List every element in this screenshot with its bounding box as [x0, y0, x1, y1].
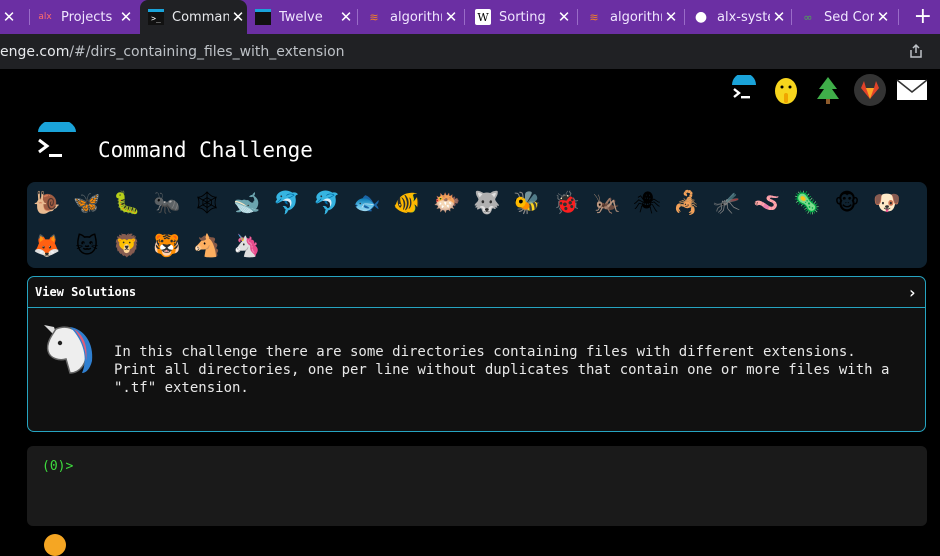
wikipedia-icon: W: [475, 9, 491, 25]
animal-challenge-icon[interactable]: 🕸: [192, 188, 222, 218]
description-line: ".tf" extension.: [114, 380, 249, 396]
tab-title: Sed Con: [824, 9, 874, 25]
terminal-favicon-icon: [255, 9, 271, 25]
browser-tab-bar: ✕ alx Projects ✕ >_ Command ✕ Twelve ✕ ≋…: [0, 0, 940, 34]
tab-twelve[interactable]: Twelve ✕: [255, 0, 355, 34]
tab-command[interactable]: >_ Command ✕: [140, 0, 247, 34]
link-favicon-icon: ∞: [803, 10, 813, 24]
partial-icon: [44, 534, 66, 556]
animal-challenge-icon[interactable]: 🕷: [632, 188, 662, 218]
terminal-favicon-icon: >_: [148, 9, 164, 25]
animal-challenge-icon[interactable]: 🦄: [232, 231, 262, 261]
shushing-face-icon[interactable]: [770, 74, 802, 106]
tab-title: algorithm: [390, 9, 442, 25]
tab-projects[interactable]: alx Projects ✕: [37, 0, 135, 34]
share-icon[interactable]: [908, 43, 924, 63]
top-icons: [728, 74, 928, 106]
gitlab-icon[interactable]: [854, 74, 886, 106]
github-icon: ●: [694, 9, 708, 25]
animal-challenge-icon[interactable]: 🦁: [112, 231, 142, 261]
tab-close-icon[interactable]: ✕: [0, 8, 18, 26]
solutions-card: View Solutions › In this challenge there…: [27, 276, 926, 432]
animal-challenge-icon[interactable]: 🐝: [512, 188, 542, 218]
address-bar[interactable]: enge.com/#/dirs_containing_files_with_ex…: [0, 34, 940, 69]
tab-title: Command: [172, 9, 229, 25]
tab-close-icon[interactable]: ✕: [770, 8, 788, 26]
tab-close-icon[interactable]: ✕: [229, 8, 247, 26]
view-solutions-label: View Solutions: [35, 285, 137, 299]
challenge-description: In this challenge there are some directo…: [114, 343, 914, 397]
tab-0[interactable]: ✕: [0, 0, 26, 34]
animal-challenge-icon[interactable]: 🐋: [232, 188, 262, 218]
tab-close-icon[interactable]: ✕: [442, 8, 460, 26]
page-title: Command Challenge: [98, 138, 313, 162]
terminal[interactable]: (0)>: [27, 446, 927, 526]
animal-challenge-icon[interactable]: 🦊: [32, 231, 62, 261]
tree-icon[interactable]: [812, 74, 844, 106]
tab-alx-system[interactable]: ● alx-syste ✕: [693, 0, 788, 34]
description-line: In this challenge there are some directo…: [114, 344, 856, 360]
terminal-prompt: (0)>: [42, 459, 74, 474]
animal-challenge-icon[interactable]: 🦗: [592, 188, 622, 218]
animal-challenge-icon[interactable]: 🐴: [192, 231, 222, 261]
animal-challenge-icon[interactable]: 🐟: [352, 188, 382, 218]
animal-challenge-icon[interactable]: 🐌: [32, 188, 62, 218]
logo-icon: [36, 119, 78, 164]
animal-challenge-icon[interactable]: 🦋: [72, 188, 102, 218]
animal-challenge-icon[interactable]: 🐛: [112, 188, 142, 218]
tab-title: Twelve: [279, 9, 323, 25]
animal-challenge-icon[interactable]: 🦂: [672, 188, 702, 218]
animal-challenge-icon[interactable]: 🐱: [72, 231, 102, 261]
animal-challenge-icon[interactable]: 🪱: [752, 188, 782, 218]
tab-title: alx-syste: [717, 9, 770, 25]
tab-sorting[interactable]: W Sorting ✕: [475, 0, 573, 34]
animal-challenge-icon[interactable]: 🐯: [152, 231, 182, 261]
tab-title: Sorting: [499, 9, 546, 25]
tab-title: Projects: [61, 9, 113, 25]
animal-challenge-icon[interactable]: 🐜: [152, 188, 182, 218]
url-text[interactable]: enge.com/#/dirs_containing_files_with_ex…: [0, 44, 345, 60]
tab-sed-command[interactable]: ∞ Sed Con ✕: [800, 0, 892, 34]
tab-algorithm[interactable]: ≋ algorithm ✕: [366, 0, 460, 34]
animal-challenge-icon[interactable]: 🐞: [552, 188, 582, 218]
stackoverflow-icon: ≋: [589, 10, 599, 24]
terminal-icon[interactable]: [728, 74, 760, 106]
tab-title: algorithm: [610, 9, 662, 25]
animal-challenges-panel: 🐌 🦋 🐛 🐜 🕸 🐋 🐬 🐬 🐟 🐠 🐡 🐺 🐝 🐞 🦗 🕷 🦂 🦟 🪱 🦠 🐵 🐶 🦊 🐱 🦁 🐯 🐴 🦄: [27, 182, 927, 268]
animal-challenge-icon[interactable]: 🦠: [792, 188, 822, 218]
animal-challenge-icon[interactable]: 🦟: [712, 188, 742, 218]
animal-challenge-icon[interactable]: 🐬: [312, 188, 342, 218]
stackoverflow-icon: ≋: [369, 10, 379, 24]
tab-close-icon[interactable]: ✕: [337, 8, 355, 26]
alx-favicon-icon: alx: [38, 12, 52, 22]
mail-icon[interactable]: [896, 74, 928, 106]
tab-close-icon[interactable]: ✕: [555, 8, 573, 26]
animal-challenge-icon[interactable]: 🐡: [432, 188, 462, 218]
animal-challenge-icon[interactable]: 🐵: [832, 188, 862, 218]
description-line: Print all directories, one per line with…: [114, 362, 890, 378]
tab-algorithm-2[interactable]: ≋ algorithm ✕: [586, 0, 680, 34]
unicorn-icon: [40, 319, 98, 375]
new-tab-button[interactable]: +: [914, 4, 932, 29]
animal-challenge-icon[interactable]: 🐺: [472, 188, 502, 218]
animal-challenge-icon[interactable]: 🐠: [392, 188, 422, 218]
view-solutions-header[interactable]: View Solutions ›: [28, 277, 925, 308]
tab-close-icon[interactable]: ✕: [117, 8, 135, 26]
tab-close-icon[interactable]: ✕: [874, 8, 892, 26]
chevron-right-icon[interactable]: ›: [907, 283, 917, 302]
tab-close-icon[interactable]: ✕: [662, 8, 680, 26]
animal-challenge-icon[interactable]: 🐶: [872, 188, 902, 218]
animal-challenge-icon[interactable]: 🐬: [272, 188, 302, 218]
